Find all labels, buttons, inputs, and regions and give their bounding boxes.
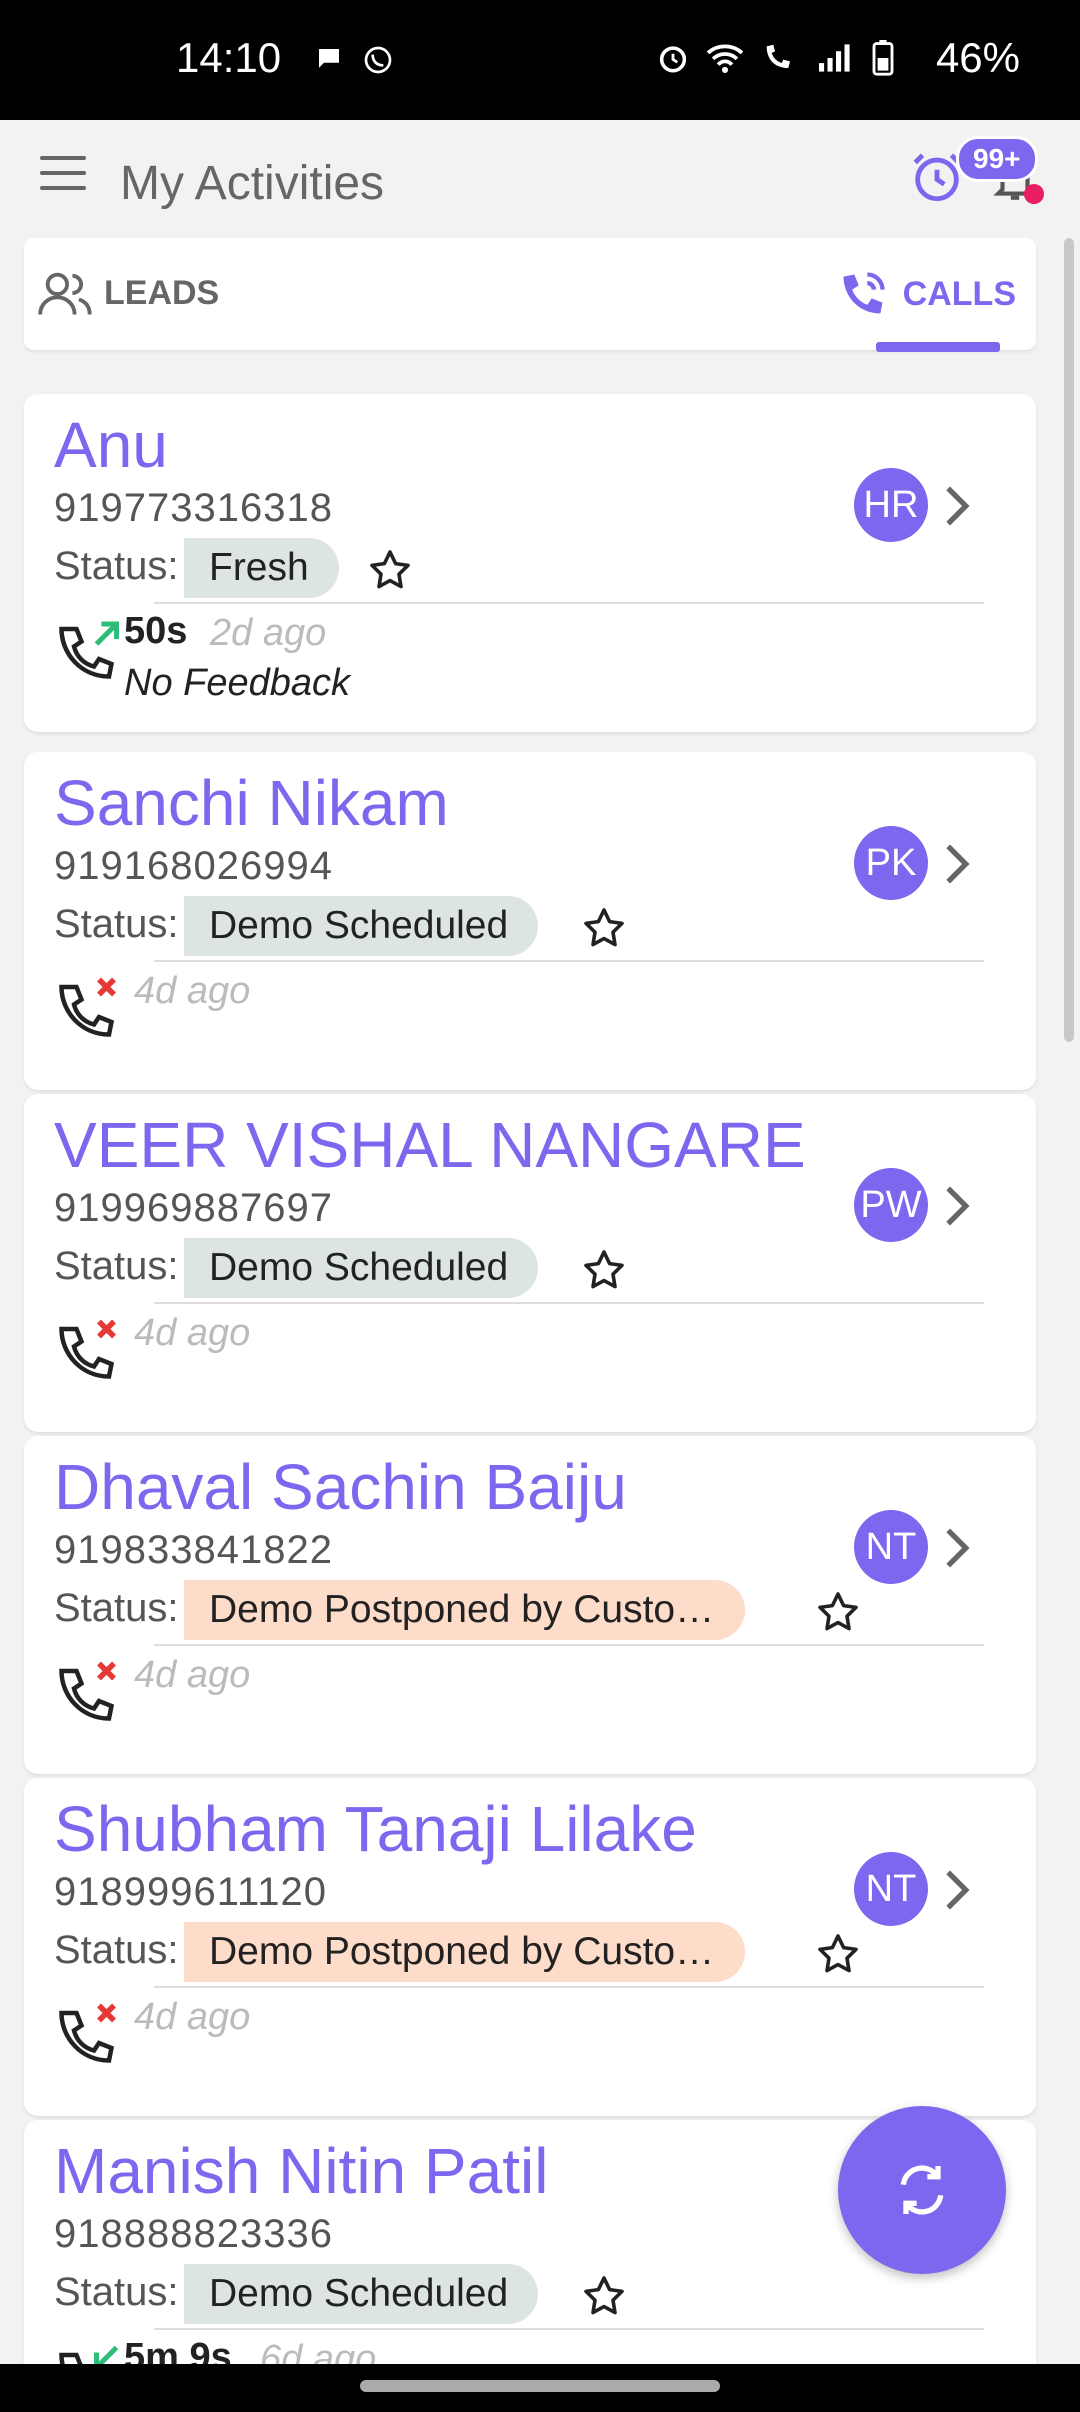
- missed-call-icon: [59, 2003, 116, 2063]
- missed-call-icon: [59, 1661, 116, 1721]
- divider: [154, 2328, 984, 2330]
- status-notification-icons: [314, 44, 394, 76]
- contact-name: Dhaval Sachin Baiju: [54, 1451, 627, 1523]
- users-icon: [38, 272, 92, 315]
- avatar[interactable]: NT: [854, 1510, 928, 1584]
- call-card[interactable]: VEER VISHAL NANGARE 919969887697 Status:…: [24, 1094, 1036, 1432]
- contact-name: VEER VISHAL NANGARE: [54, 1109, 806, 1181]
- phone-ring-icon: [843, 272, 885, 314]
- call-time-ago: 2d ago: [210, 612, 327, 654]
- active-tab-indicator: [876, 342, 1000, 352]
- battery-percent: 46%: [935, 34, 1020, 81]
- home-gesture-handle[interactable]: [360, 2380, 720, 2392]
- chevron-right-icon[interactable]: [942, 484, 972, 528]
- divider: [154, 1644, 984, 1646]
- star-outline-icon[interactable]: [814, 1588, 862, 1636]
- status-badge: Demo Scheduled: [184, 2264, 539, 2324]
- contact-name: Shubham Tanaji Lilake: [54, 1793, 697, 1865]
- unread-dot: [1024, 184, 1044, 204]
- status-label: Status:: [54, 1586, 179, 1630]
- call-time-ago: 4d ago: [134, 1996, 251, 2038]
- avatar[interactable]: PW: [854, 1168, 928, 1242]
- status-badge: Demo Postponed by Custo…: [184, 1580, 745, 1640]
- chat-bubble-icon: [319, 49, 339, 68]
- tab-leads-label: LEADS: [104, 273, 220, 312]
- contact-phone: 919168026994: [54, 844, 333, 888]
- avatar[interactable]: HR: [854, 468, 928, 542]
- avatar[interactable]: NT: [854, 1852, 928, 1926]
- missed-call-icon: [59, 977, 116, 1037]
- whatsapp-icon: [364, 46, 392, 74]
- notification-count-badge: 99+: [956, 136, 1038, 182]
- status-badge: Fresh: [184, 538, 339, 598]
- call-feedback: No Feedback: [124, 662, 351, 704]
- missed-call-icon: [59, 1319, 116, 1379]
- status-system-icons: [656, 40, 894, 76]
- wifi-icon: [706, 44, 744, 73]
- avatar[interactable]: PK: [854, 826, 928, 900]
- system-nav-bar: [0, 2364, 1080, 2412]
- volte-call-icon: [766, 44, 790, 68]
- incoming-call-icon: [59, 2345, 119, 2364]
- star-outline-icon[interactable]: [366, 546, 414, 594]
- contact-phone: 919833841822: [54, 1528, 333, 1572]
- status-time: 14:10: [176, 34, 282, 81]
- star-outline-icon[interactable]: [580, 1246, 628, 1294]
- status-label: Status:: [54, 1928, 179, 1972]
- contact-phone: 919969887697: [54, 1186, 333, 1230]
- status-bar: 14:10 46%: [0, 0, 1080, 120]
- call-duration: 5m 9s: [124, 2336, 232, 2364]
- refresh-button[interactable]: [838, 2106, 1006, 2274]
- signal-icon: [819, 44, 850, 72]
- chevron-right-icon[interactable]: [942, 842, 972, 886]
- page-title: My Activities: [120, 157, 385, 210]
- contact-phone: 919773316318: [54, 486, 333, 530]
- status-badge: Demo Scheduled: [184, 896, 539, 956]
- contact-name: Manish Nitin Patil: [54, 2135, 549, 2207]
- outgoing-call-icon: [59, 621, 119, 679]
- call-time-ago: 4d ago: [134, 970, 251, 1012]
- tab-calls-label: CALLS: [902, 274, 1016, 313]
- activity-tabs: LEADS CALLS: [24, 238, 1036, 352]
- contact-name: Sanchi Nikam: [54, 767, 449, 839]
- contact-name: Anu: [54, 409, 168, 481]
- divider: [154, 1302, 984, 1304]
- call-duration: 50s: [124, 610, 188, 652]
- call-time-ago: 6d ago: [260, 2338, 377, 2364]
- contact-phone: 918888823336: [54, 2212, 333, 2256]
- call-card[interactable]: Dhaval Sachin Baiju 919833841822 Status:…: [24, 1436, 1036, 1774]
- divider: [154, 1986, 984, 1988]
- scrollbar[interactable]: [1064, 238, 1074, 1042]
- chevron-right-icon[interactable]: [942, 1184, 972, 1228]
- divider: [154, 602, 984, 604]
- call-card[interactable]: Sanchi Nikam 919168026994 Status: Demo S…: [24, 752, 1036, 1090]
- refresh-icon: [900, 2165, 944, 2215]
- status-label: Status:: [54, 544, 179, 588]
- tab-leads[interactable]: LEADS: [38, 268, 219, 318]
- call-card[interactable]: Shubham Tanaji Lilake 918999611120 Statu…: [24, 1778, 1036, 2116]
- battery-icon: [872, 40, 894, 76]
- chevron-right-icon[interactable]: [942, 1868, 972, 1912]
- call-time-ago: 4d ago: [134, 1312, 251, 1354]
- divider: [154, 960, 984, 962]
- status-badge: Demo Postponed by Custo…: [184, 1922, 745, 1982]
- chevron-right-icon[interactable]: [942, 1526, 972, 1570]
- hamburger-icon[interactable]: [40, 156, 86, 192]
- alarm-status-icon: [659, 46, 687, 73]
- contact-phone: 918999611120: [54, 1870, 328, 1914]
- tab-calls[interactable]: CALLS: [837, 268, 1016, 320]
- status-label: Status:: [54, 2270, 179, 2314]
- status-badge: Demo Scheduled: [184, 1238, 539, 1298]
- status-label: Status:: [54, 1244, 179, 1288]
- call-card[interactable]: Anu 919773316318 Status: Fresh HR 50s 2d…: [24, 394, 1036, 732]
- status-label: Status:: [54, 902, 179, 946]
- star-outline-icon[interactable]: [580, 904, 628, 952]
- star-outline-icon[interactable]: [814, 1930, 862, 1978]
- call-time-ago: 4d ago: [134, 1654, 251, 1696]
- star-outline-icon[interactable]: [580, 2272, 628, 2320]
